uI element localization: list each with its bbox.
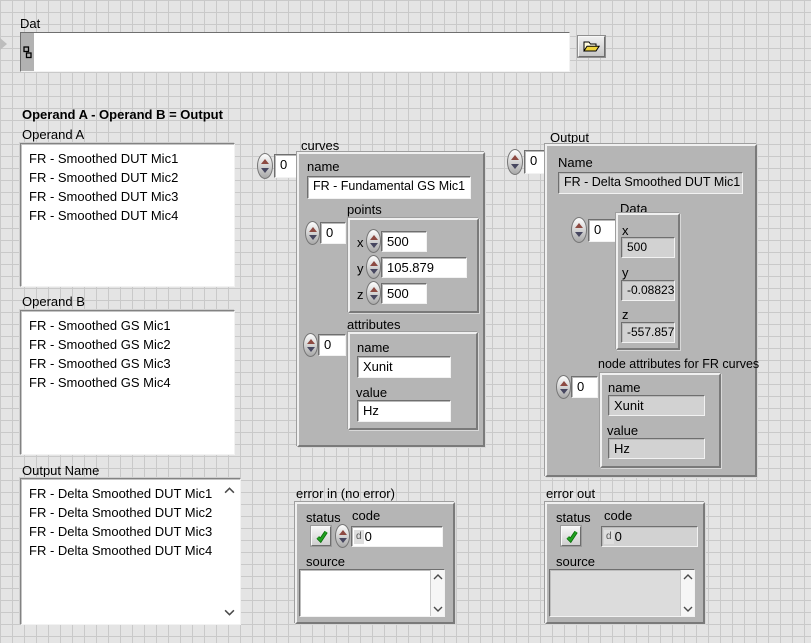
points-index-stepper[interactable] xyxy=(305,221,320,245)
scroll-up-icon[interactable] xyxy=(224,487,235,494)
operand-a-label: Operand A xyxy=(22,128,84,141)
attribute-value-field[interactable]: Hz xyxy=(357,400,451,422)
scroll-down-icon[interactable] xyxy=(224,609,235,616)
node-attributes-index-field[interactable]: 0 xyxy=(571,376,598,398)
node-attribute-name-field: Xunit xyxy=(608,395,705,416)
curves-label: curves xyxy=(301,139,339,152)
output-name-listbox[interactable]: FR - Delta Smoothed DUT Mic1 FR - Delta … xyxy=(20,478,241,625)
list-item[interactable]: FR - Smoothed DUT Mic2 xyxy=(29,168,232,187)
node-attribute-name-label: name xyxy=(608,381,641,394)
list-item[interactable]: FR - Smoothed DUT Mic4 xyxy=(29,206,232,225)
scroll-down-icon[interactable] xyxy=(433,606,443,612)
point-x-stepper[interactable] xyxy=(366,229,381,253)
list-item[interactable]: FR - Smoothed GS Mic1 xyxy=(29,316,232,335)
check-icon xyxy=(565,530,578,543)
curve-name-label: name xyxy=(307,160,340,173)
error-out-code-label: code xyxy=(604,509,632,522)
operand-b-listbox[interactable]: FR - Smoothed GS Mic1 FR - Smoothed GS M… xyxy=(20,310,235,455)
path-segments-icon xyxy=(23,46,32,59)
output-label: Output xyxy=(550,131,589,144)
output-index-stepper[interactable] xyxy=(507,149,523,175)
error-out-code-value: 0 xyxy=(615,529,622,544)
attribute-name-label: name xyxy=(357,341,390,354)
points-label: points xyxy=(347,203,382,216)
point-y-field[interactable]: 105.879 xyxy=(381,257,467,278)
path-input[interactable] xyxy=(34,33,569,71)
labview-front-panel: { "path_control": { "label": "Dat", "val… xyxy=(0,0,811,643)
scroll-up-icon[interactable] xyxy=(683,574,693,580)
point-y-label: y xyxy=(357,262,364,275)
page-title: Operand A - Operand B = Output xyxy=(22,108,223,121)
radix-indicator: d xyxy=(354,530,364,544)
list-item[interactable]: FR - Delta Smoothed DUT Mic1 xyxy=(29,484,238,503)
attribute-value-label: value xyxy=(356,386,387,399)
point-x-label: x xyxy=(357,236,364,249)
error-in-status-button[interactable] xyxy=(311,526,331,546)
point-z-stepper[interactable] xyxy=(366,281,381,305)
error-out-label: error out xyxy=(546,487,595,500)
error-in-source-box[interactable] xyxy=(299,569,445,617)
error-out-status-indicator xyxy=(561,526,581,546)
list-item[interactable]: FR - Smoothed DUT Mic1 xyxy=(29,149,232,168)
node-attributes-label: node attributes for FR curves xyxy=(598,358,759,371)
operand-a-listbox[interactable]: FR - Smoothed DUT Mic1 FR - Smoothed DUT… xyxy=(20,143,235,287)
curves-index-stepper[interactable] xyxy=(257,153,273,179)
folder-open-icon xyxy=(583,41,600,52)
output-name-field-label: Name xyxy=(558,156,593,169)
attribute-name-field[interactable]: Xunit xyxy=(357,356,451,378)
point-z-label: z xyxy=(357,288,364,301)
node-attributes-index-stepper[interactable] xyxy=(556,375,571,399)
error-out-source-box xyxy=(549,569,695,617)
data-y-label: y xyxy=(622,266,629,279)
data-y-field: -0.08823 xyxy=(621,280,675,301)
list-item[interactable]: FR - Smoothed GS Mic3 xyxy=(29,354,232,373)
attributes-index-stepper[interactable] xyxy=(303,333,318,357)
list-item[interactable]: FR - Smoothed DUT Mic3 xyxy=(29,187,232,206)
error-in-code-label: code xyxy=(352,509,380,522)
point-z-field[interactable]: 500 xyxy=(381,283,427,304)
attributes-index-field[interactable]: 0 xyxy=(318,334,346,356)
panel-origin-marker xyxy=(0,38,7,50)
error-in-code-value: 0 xyxy=(365,529,372,544)
list-item[interactable]: FR - Delta Smoothed DUT Mic4 xyxy=(29,541,238,560)
error-in-label: error in (no error) xyxy=(296,487,395,500)
error-out-source-label: source xyxy=(556,555,595,568)
data-z-field: -557.857 xyxy=(621,322,675,343)
list-item[interactable]: FR - Smoothed GS Mic2 xyxy=(29,335,232,354)
error-in-code-stepper[interactable] xyxy=(335,524,350,548)
point-y-stepper[interactable] xyxy=(366,255,381,279)
path-type-strip xyxy=(21,33,34,71)
list-item[interactable]: FR - Delta Smoothed DUT Mic2 xyxy=(29,503,238,522)
error-in-code-field[interactable]: d0 xyxy=(351,526,443,547)
output-name-label: Output Name xyxy=(22,464,99,477)
check-icon xyxy=(315,530,328,543)
output-name-field: FR - Delta Smoothed DUT Mic1 xyxy=(558,172,743,194)
attributes-label: attributes xyxy=(347,318,400,331)
list-item[interactable]: FR - Smoothed GS Mic4 xyxy=(29,373,232,392)
points-index-field[interactable]: 0 xyxy=(320,222,346,244)
browse-button[interactable] xyxy=(578,36,605,57)
error-out-code-field: d0 xyxy=(601,526,698,547)
path-input-frame xyxy=(20,32,570,72)
radix-indicator: d xyxy=(604,530,614,544)
data-index-stepper[interactable] xyxy=(571,217,587,243)
error-in-status-label: status xyxy=(306,511,341,524)
data-x-field: 500 xyxy=(621,237,675,258)
node-attribute-value-field: Hz xyxy=(608,438,705,459)
point-x-field[interactable]: 500 xyxy=(381,231,427,252)
scroll-down-icon[interactable] xyxy=(683,606,693,612)
scroll-up-icon[interactable] xyxy=(433,574,443,580)
data-index-field[interactable]: 0 xyxy=(588,219,616,242)
error-out-source-scrollbar[interactable] xyxy=(680,570,694,616)
error-in-source-label: source xyxy=(306,555,345,568)
error-out-status-label: status xyxy=(556,511,591,524)
list-item[interactable]: FR - Delta Smoothed DUT Mic3 xyxy=(29,522,238,541)
path-control-label: Dat xyxy=(20,17,40,30)
curve-name-field[interactable]: FR - Fundamental GS Mic1 xyxy=(307,176,471,199)
data-z-label: z xyxy=(622,308,629,321)
operand-b-label: Operand B xyxy=(22,295,85,308)
data-x-label: x xyxy=(622,224,629,237)
node-attribute-value-label: value xyxy=(607,424,638,437)
error-in-source-scrollbar[interactable] xyxy=(430,570,444,616)
